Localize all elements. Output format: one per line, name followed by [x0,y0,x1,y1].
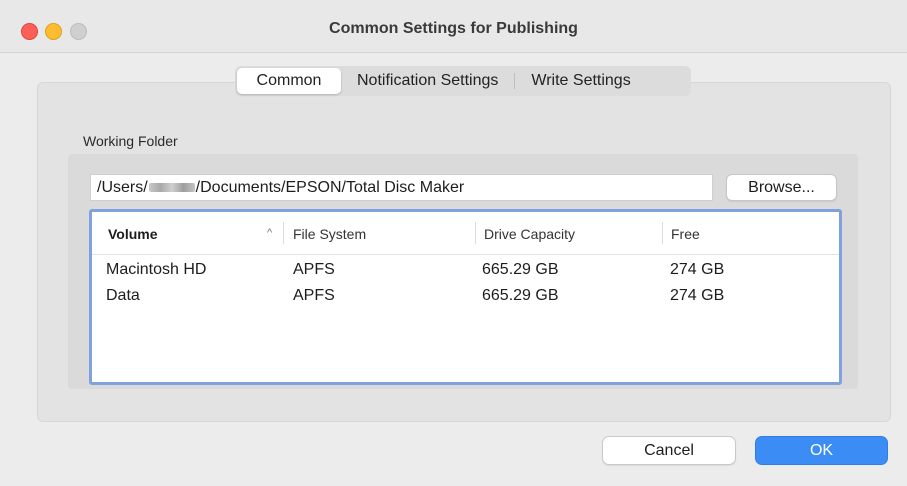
path-suffix: /Documents/EPSON/Total Disc Maker [195,179,465,196]
cell-volume: Data [106,287,140,304]
path-prefix: /Users/ [97,179,148,196]
column-divider[interactable] [475,222,476,244]
ok-button[interactable]: OK [755,436,888,465]
tab-write-settings[interactable]: Write Settings [515,68,646,94]
working-folder-path-field[interactable]: /Users/ /Documents/EPSON/Total Disc Maker [90,174,713,201]
title-bar: Common Settings for Publishing [0,0,907,53]
column-divider[interactable] [662,222,663,244]
column-header-free[interactable]: Free [671,226,700,242]
table-row[interactable]: Data APFS 665.29 GB 274 GB [92,282,839,308]
column-header-volume[interactable]: Volume [108,226,158,242]
tab-common[interactable]: Common [237,68,341,94]
cell-file-system: APFS [293,261,335,278]
redacted-username [148,183,195,193]
cell-free: 274 GB [670,261,725,278]
window-title: Common Settings for Publishing [329,20,578,37]
tab-notification-settings[interactable]: Notification Settings [341,68,514,94]
tab-bar: Common Notification Settings Write Setti… [235,66,691,96]
cell-drive-capacity: 665.29 GB [482,261,559,278]
cancel-button[interactable]: Cancel [602,436,736,465]
browse-button[interactable]: Browse... [726,174,837,201]
sort-ascending-icon[interactable]: ^ [267,227,272,239]
table-row[interactable]: Macintosh HD APFS 665.29 GB 274 GB [92,256,839,282]
column-header-drive-capacity[interactable]: Drive Capacity [484,226,575,242]
cell-drive-capacity: 665.29 GB [482,287,559,304]
volume-table[interactable]: Volume ^ File System Drive Capacity Free… [89,209,842,385]
table-header: Volume ^ File System Drive Capacity Free [92,212,839,255]
cell-free: 274 GB [670,287,725,304]
cell-volume: Macintosh HD [106,261,207,278]
cell-file-system: APFS [293,287,335,304]
column-divider[interactable] [283,222,284,244]
working-folder-label: Working Folder [83,133,178,149]
column-header-file-system[interactable]: File System [293,226,366,242]
dialog-window: Common Settings for Publishing Common No… [0,0,907,486]
